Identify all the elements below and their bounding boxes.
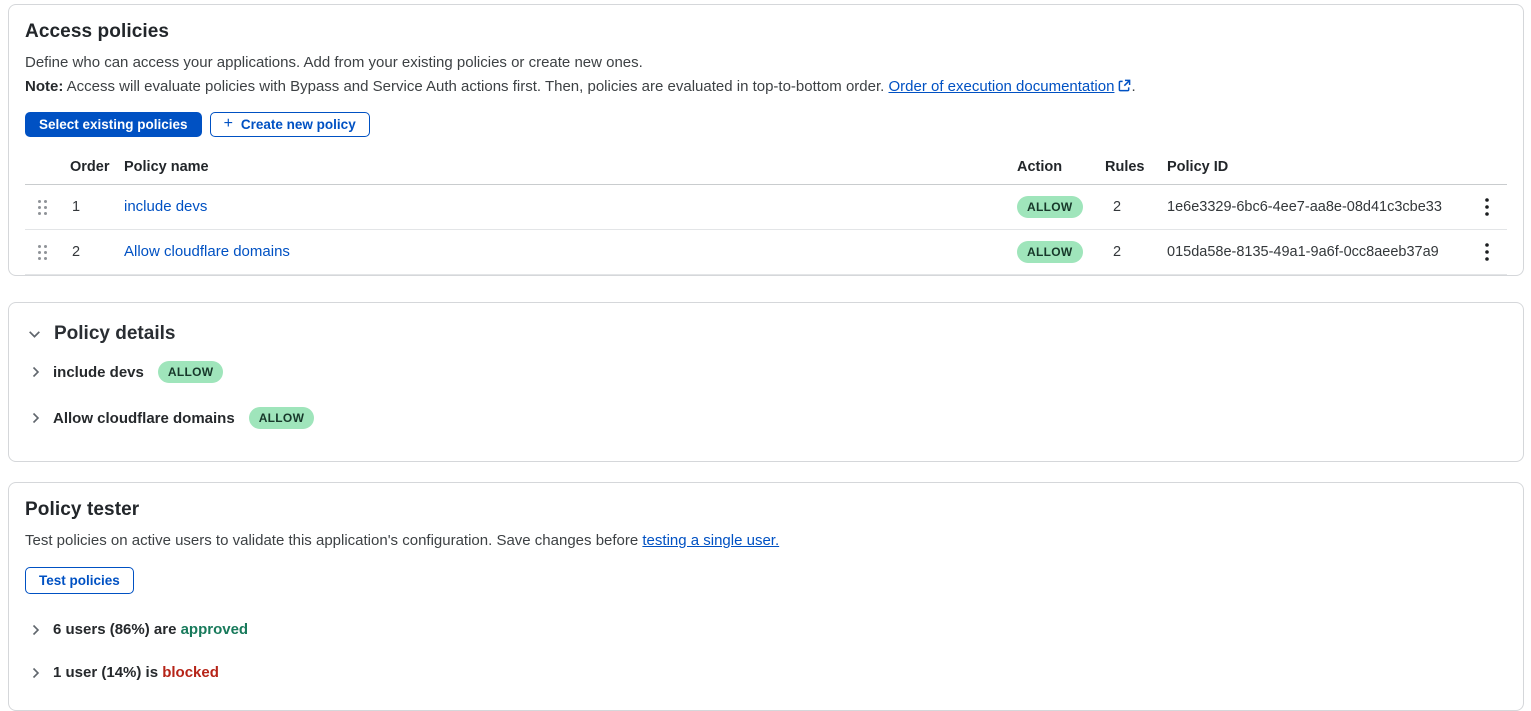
policies-table-header: Order Policy name Action Rules Policy ID	[25, 153, 1507, 185]
tester-description-text: Test policies on active users to validat…	[25, 532, 642, 549]
test-policies-button[interactable]: Test policies	[25, 567, 134, 594]
page: Access policies Define who can access yo…	[0, 0, 1531, 711]
access-policies-title: Access policies	[25, 21, 1507, 43]
policy-tester-description: Test policies on active users to validat…	[25, 529, 1507, 553]
tester-result-blocked[interactable]: 1 user (14%) is blocked	[25, 651, 1507, 694]
tester-results: 6 users (86%) are approved 1 user (14%) …	[25, 608, 1507, 694]
note-text: Access will evaluate policies with Bypas…	[63, 78, 888, 95]
kebab-menu-icon[interactable]	[1467, 230, 1507, 274]
row-order: 2	[70, 244, 124, 260]
drag-handle-icon[interactable]	[25, 199, 70, 216]
policy-tester-title: Policy tester	[25, 499, 1507, 521]
drag-handle-icon[interactable]	[25, 244, 70, 261]
policy-name-link[interactable]: include devs	[124, 198, 207, 215]
approved-status: approved	[181, 621, 249, 638]
row-policy-id: 015da58e-8135-49a1-9a6f-0cc8aeeb37a9	[1167, 244, 1467, 260]
chevron-down-icon	[27, 327, 42, 342]
header-policy-name: Policy name	[124, 159, 1017, 175]
chevron-right-icon	[29, 666, 43, 680]
note-suffix: .	[1131, 78, 1135, 95]
policies-table: Order Policy name Action Rules Policy ID…	[25, 153, 1507, 275]
tester-result-approved[interactable]: 6 users (86%) are approved	[25, 608, 1507, 651]
result-text: 1 user (14%) is blocked	[53, 664, 219, 681]
row-rules: 2	[1105, 244, 1167, 260]
row-rules: 2	[1105, 199, 1167, 215]
policy-item-name: include devs	[53, 364, 144, 381]
testing-single-user-link[interactable]: testing a single user.	[642, 532, 779, 549]
select-existing-policies-button[interactable]: Select existing policies	[25, 112, 202, 137]
chevron-right-icon	[29, 365, 43, 379]
note-label: Note:	[25, 78, 63, 95]
policy-details-item[interactable]: Allow cloudflare domains ALLOW	[25, 395, 1507, 441]
chevron-right-icon	[29, 623, 43, 637]
header-policy-id: Policy ID	[1167, 159, 1467, 175]
create-new-policy-button[interactable]: + Create new policy	[210, 112, 370, 137]
allow-badge: ALLOW	[158, 361, 224, 383]
access-policies-note: Note: Access will evaluate policies with…	[25, 75, 1507, 100]
policy-details-panel: Policy details include devs ALLOW Allow …	[8, 302, 1524, 462]
allow-badge: ALLOW	[1017, 241, 1083, 263]
allow-badge: ALLOW	[1017, 196, 1083, 218]
header-order: Order	[70, 159, 124, 175]
row-order: 1	[70, 199, 124, 215]
policy-tester-panel: Policy tester Test policies on active us…	[8, 482, 1524, 711]
policy-name-link[interactable]: Allow cloudflare domains	[124, 243, 290, 260]
blocked-status: blocked	[162, 664, 219, 681]
table-row: 1 include devs ALLOW 2 1e6e3329-6bc6-4ee…	[25, 185, 1507, 230]
external-link-icon	[1118, 76, 1131, 100]
table-row: 2 Allow cloudflare domains ALLOW 2 015da…	[25, 230, 1507, 275]
header-action: Action	[1017, 159, 1105, 175]
policy-details-item[interactable]: include devs ALLOW	[25, 349, 1507, 395]
policy-item-name: Allow cloudflare domains	[53, 410, 235, 427]
access-policies-description: Define who can access your applications.…	[25, 51, 1507, 75]
plus-icon: +	[224, 116, 233, 132]
policy-details-title: Policy details	[54, 323, 175, 345]
kebab-menu-icon[interactable]	[1467, 185, 1507, 229]
allow-badge: ALLOW	[249, 407, 315, 429]
row-policy-id: 1e6e3329-6bc6-4ee7-aa8e-08d41c3cbe33	[1167, 199, 1467, 215]
chevron-right-icon	[29, 411, 43, 425]
order-of-execution-link[interactable]: Order of execution documentation	[888, 78, 1114, 95]
access-policies-panel: Access policies Define who can access yo…	[8, 4, 1524, 276]
policy-buttons-row: Select existing policies + Create new po…	[25, 112, 1507, 137]
create-new-policy-label: Create new policy	[241, 117, 356, 132]
policy-details-toggle[interactable]: Policy details	[25, 317, 1507, 349]
result-text: 6 users (86%) are approved	[53, 621, 248, 638]
header-rules: Rules	[1105, 159, 1167, 175]
